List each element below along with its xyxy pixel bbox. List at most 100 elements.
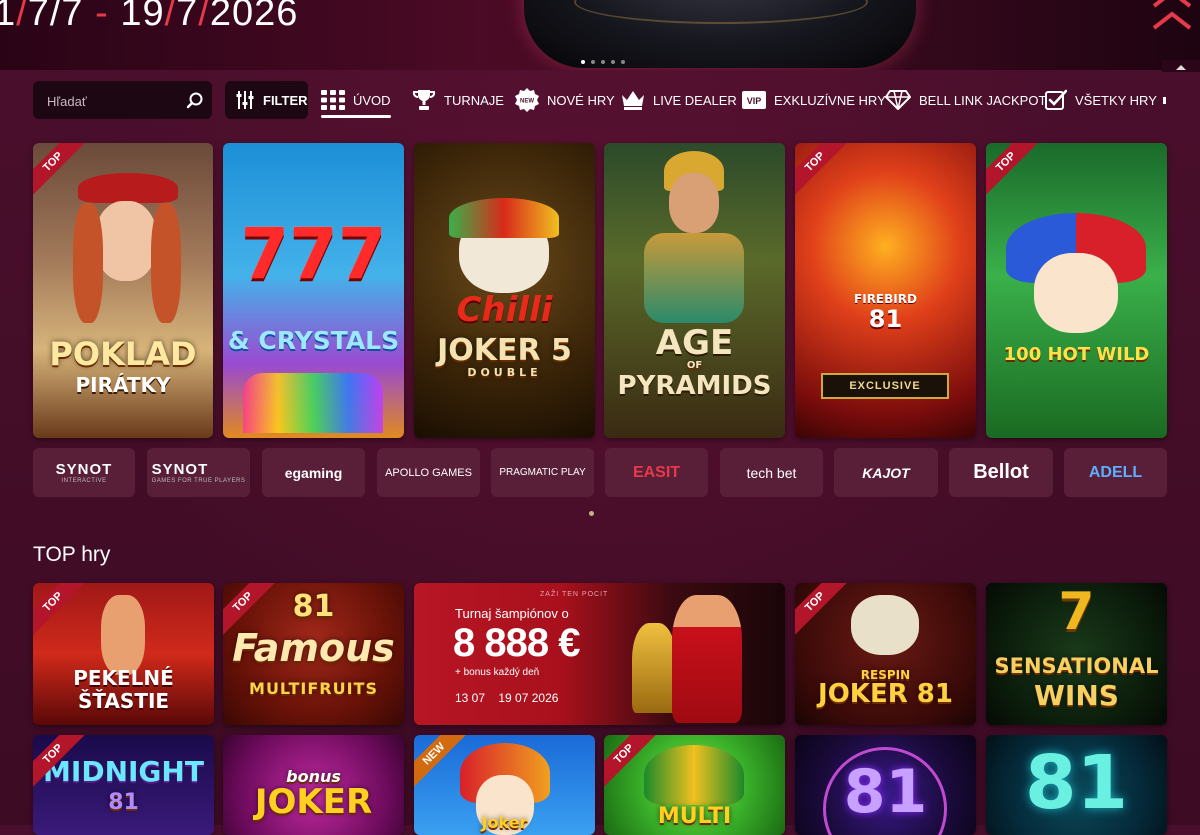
- game-title: POKLAD: [49, 335, 197, 373]
- game-tile-joker-new[interactable]: Joker NEW: [414, 735, 595, 835]
- game-tile-midnight-81[interactable]: MIDNIGHT 81 TOP: [33, 735, 214, 835]
- banner-dot[interactable]: [621, 60, 625, 64]
- character-graphic: [669, 173, 719, 233]
- game-title: 81: [843, 757, 928, 827]
- game-tile-100-hot-wild[interactable]: 100 HOT WILD TOP: [986, 143, 1167, 438]
- game-title: AGE: [655, 323, 734, 363]
- promo-banner-turnaj[interactable]: ZAŽI TEN POCIT Turnaj šampiónov o 8 888 …: [414, 583, 785, 725]
- svg-text:VIP: VIP: [747, 96, 762, 106]
- game-tile-age-of-pyramids[interactable]: AGE OF PYRAMIDS: [604, 143, 785, 438]
- nav-item-label: ÚVOD: [353, 92, 391, 108]
- game-tile-poklad-piratky[interactable]: POKLAD PIRÁTKY TOP: [33, 143, 213, 438]
- provider-pragmatic-play[interactable]: PRAGMATIC PLAY: [491, 448, 594, 497]
- provider-easit[interactable]: EASIT: [605, 448, 708, 497]
- game-title: PIRÁTKY: [75, 373, 171, 397]
- game-title: SENSATIONAL: [994, 654, 1159, 678]
- body-graphic: [644, 233, 744, 323]
- promo-dates: 13 07 19 07 2026: [455, 691, 559, 705]
- nav-item-label: LIVE DEALER: [653, 92, 737, 108]
- joker-mask-graphic: [851, 595, 919, 655]
- nav-item-nove-hry[interactable]: NEW NOVÉ HRY: [515, 72, 615, 128]
- provider-synot-games[interactable]: SYNOT GAMES FOR TRUE PLAYERS: [147, 448, 250, 497]
- exclusive-label: EXCLUSIVE: [821, 373, 949, 399]
- game-tile-multi[interactable]: MULTI TOP: [604, 735, 785, 835]
- provider-synot-interactive[interactable]: SYNOT INTERACTIVE: [33, 448, 135, 497]
- provider-techbet[interactable]: tech bet: [720, 448, 823, 497]
- filter-label: FILTER: [263, 92, 308, 108]
- game-title: ŠŤASTIE: [77, 689, 170, 713]
- trophy-icon: [412, 90, 436, 110]
- vip-icon: VIP: [742, 91, 766, 109]
- banner-dot[interactable]: [611, 60, 615, 64]
- game-tile-pekelne-stastie[interactable]: PEKELNÉ ŠŤASTIE TOP: [33, 583, 214, 725]
- nav-item-label: NOVÉ HRY: [547, 92, 615, 108]
- promo-kicker: ZAŽI TEN POCIT: [540, 591, 609, 598]
- game-title: JOKER 5: [437, 333, 572, 368]
- top-badge: TOP: [795, 583, 850, 637]
- game-title: & CRYSTALS: [227, 326, 400, 355]
- new-badge-icon: NEW: [515, 88, 539, 112]
- game-title: Chilli: [456, 290, 553, 330]
- game-tile-bonus-joker[interactable]: bonus JOKER: [223, 735, 404, 835]
- crystals-graphic: [243, 373, 383, 433]
- game-tile-firebird-81[interactable]: FIREBIRD 81 EXCLUSIVE TOP: [795, 143, 976, 438]
- grid-icon: [321, 90, 345, 110]
- nav-item-label: EXKLUZÍVNE HRY: [774, 92, 886, 108]
- provider-apollo-games[interactable]: APOLLO GAMES: [377, 448, 480, 497]
- banner-dot[interactable]: [581, 60, 585, 64]
- filter-button[interactable]: FILTER: [225, 81, 308, 119]
- nav-overflow-indicator[interactable]: [1160, 72, 1170, 128]
- game-tile-81-famous-multifruits[interactable]: 81 Famous MULTIFRUITS TOP: [223, 583, 404, 725]
- search-icon[interactable]: [186, 91, 204, 109]
- game-title: PEKELNÉ: [73, 666, 174, 690]
- game-title: 100 HOT WILD: [1003, 344, 1150, 365]
- provider-egaming[interactable]: egaming: [262, 448, 365, 497]
- game-title: FIREBIRD: [854, 292, 917, 306]
- nav-item-live-dealer[interactable]: LIVE DEALER: [621, 72, 737, 128]
- game-title: 7: [1058, 583, 1095, 642]
- nav-item-bell-link-jackpot[interactable]: BELL LINK JACKPOT: [885, 72, 1046, 128]
- game-tile-81-cyan[interactable]: 81: [986, 735, 1167, 835]
- joker-hat-graphic: [449, 198, 559, 238]
- game-title: 81: [868, 305, 903, 333]
- search-box[interactable]: [33, 81, 212, 121]
- checkbox-icon: [1045, 89, 1067, 110]
- game-title: MULTIFRUITS: [249, 679, 378, 698]
- game-title: JOKER 81: [818, 679, 953, 709]
- scroll-up-tab[interactable]: [1162, 60, 1200, 72]
- search-input[interactable]: [45, 81, 189, 121]
- banner-date: 1/7/7 - 19/7/2026: [0, 0, 299, 34]
- game-tile-777-crystals[interactable]: 777 & CRYSTALS: [223, 143, 404, 438]
- nav-item-uvod[interactable]: ÚVOD: [321, 72, 391, 128]
- hat-graphic: [78, 173, 178, 203]
- game-tile-respin-joker-81[interactable]: RESPIN JOKER 81 TOP: [795, 583, 976, 725]
- provider-kajot[interactable]: KAJOT: [834, 448, 938, 497]
- game-title: 81: [108, 790, 139, 815]
- jester-face-graphic: [1034, 253, 1118, 333]
- nav-item-turnaje[interactable]: TURNAJE: [412, 72, 504, 128]
- banner-pagination[interactable]: [581, 60, 625, 64]
- section-title-top-hry: TOP hry: [33, 543, 111, 566]
- chevron-up-icon[interactable]: [1150, 0, 1194, 36]
- top-badge: TOP: [986, 143, 1041, 197]
- hero-banner[interactable]: 1/7/7 - 19/7/2026: [0, 0, 1200, 70]
- provider-bellot[interactable]: Bellot: [949, 448, 1053, 497]
- nav-item-label: TURNAJE: [444, 92, 504, 108]
- game-title: WINS: [1034, 679, 1119, 712]
- partial-icon: [1163, 97, 1166, 104]
- diamond-icon: [885, 90, 911, 110]
- nav-item-vsetky-hry[interactable]: VŠETKY HRY: [1045, 72, 1157, 128]
- nav-item-exkluzivne-hry[interactable]: VIP EXKLUZÍVNE HRY: [742, 72, 886, 128]
- game-tile-sensational-wins[interactable]: 7 SENSATIONAL WINS: [986, 583, 1167, 725]
- provider-adell[interactable]: ADELL: [1064, 448, 1167, 497]
- character-graphic: [95, 201, 157, 281]
- banner-dot[interactable]: [601, 60, 605, 64]
- provider-pagination-dot[interactable]: [589, 511, 594, 516]
- game-title: Joker: [481, 813, 528, 832]
- banner-dot[interactable]: [591, 60, 595, 64]
- game-tile-chilli-joker[interactable]: Chilli JOKER 5 DOUBLE: [414, 143, 595, 438]
- category-nav: FILTER ÚVOD TURNAJE NEW NOVÉ HRY LIVE: [0, 72, 1200, 128]
- svg-text:NEW: NEW: [520, 99, 534, 105]
- hair-graphic: [73, 203, 103, 323]
- game-tile-81-purple[interactable]: 81: [795, 735, 976, 835]
